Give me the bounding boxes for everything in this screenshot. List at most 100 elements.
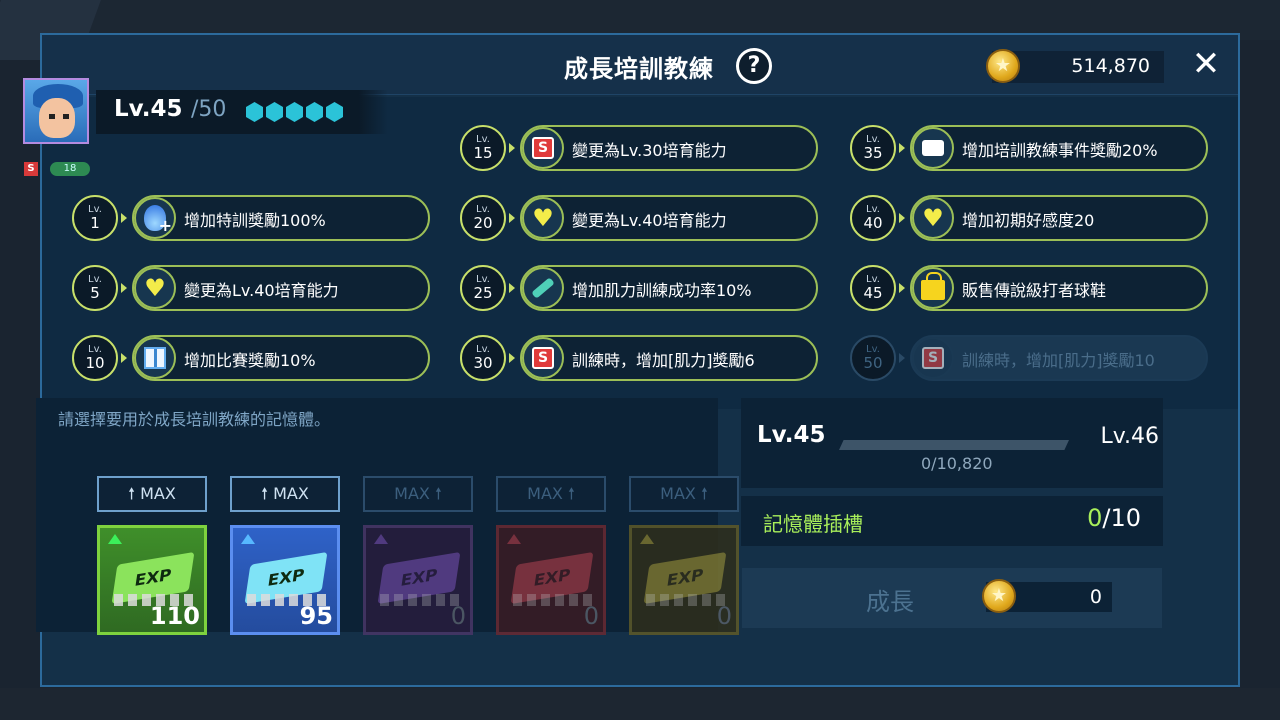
help-button[interactable]: ? xyxy=(736,48,772,84)
arrow-right-icon xyxy=(509,143,515,153)
reward-level-circle: Lv. 40 xyxy=(850,195,896,241)
reward-text: 增加肌力訓練成功率10% xyxy=(572,281,752,300)
blue-flame-plus-icon: + xyxy=(134,197,176,239)
reward-level-circle: Lv. 1 xyxy=(72,195,118,241)
memory-hint: 請選擇要用於成長培訓教練的記憶體。 xyxy=(58,410,331,429)
coin-balance-value: 514,870 xyxy=(1071,55,1150,77)
reward-level-number: 35 xyxy=(863,144,883,162)
arrow-up-icon xyxy=(241,534,255,544)
coin-icon: ★ xyxy=(986,49,1020,83)
reward-row: Lv. 5 ♥ 變更為Lv.40培育能力 xyxy=(72,265,430,311)
memory-slot-used: 0 xyxy=(1087,504,1103,532)
close-button[interactable]: ✕ xyxy=(1190,47,1222,81)
max-button[interactable]: 🠕 MAX xyxy=(230,476,340,512)
progress-from-level: Lv.45 xyxy=(757,422,826,448)
reward-level-number: 50 xyxy=(863,354,883,372)
player-level: Lv.45 xyxy=(114,96,183,122)
reward-level-circle: Lv. 5 xyxy=(72,265,118,311)
reward-text: 訓練時，增加[肌力]獎勵10 xyxy=(962,351,1155,370)
reward-level-circle: Lv. 50 xyxy=(850,335,896,381)
arrow-up-icon xyxy=(640,534,654,544)
reward-text: 增加培訓教練事件獎勵20% xyxy=(962,141,1158,160)
reward-level-number: 40 xyxy=(863,214,883,232)
max-button[interactable]: MAX 🠕 xyxy=(363,476,473,512)
reward-level-number: 10 xyxy=(85,354,105,372)
s-rank-icon: S xyxy=(522,127,564,169)
reward-level-circle: Lv. 45 xyxy=(850,265,896,311)
memory-chip-green[interactable]: EXP 110 xyxy=(97,525,207,635)
memory-chip-count: 95 xyxy=(299,602,333,630)
memory-chip-count: 0 xyxy=(450,602,466,630)
reward-level-number: 30 xyxy=(473,354,493,372)
memory-chip-red[interactable]: EXP 0 xyxy=(496,525,606,635)
arrow-up-icon xyxy=(108,534,122,544)
player-avatar[interactable] xyxy=(23,78,89,144)
reward-text: 變更為Lv.30培育能力 xyxy=(572,141,727,160)
s-rank-icon: S xyxy=(522,337,564,379)
memory-chip-blue[interactable]: EXP 95 xyxy=(230,525,340,635)
dumbbell-icon xyxy=(522,267,564,309)
reward-level-number: 5 xyxy=(90,284,100,302)
reward-row: Lv. 35 增加培訓教練事件獎勵20% xyxy=(850,125,1208,171)
star-gem-icon xyxy=(326,102,343,122)
reward-row: Lv. 45 販售傳說級打者球鞋 xyxy=(850,265,1208,311)
reward-level-number: 1 xyxy=(90,214,100,232)
arrow-right-icon xyxy=(509,213,515,223)
heart-icon: ♥ xyxy=(134,267,176,309)
star-gem-icon xyxy=(306,102,323,122)
max-button[interactable]: MAX 🠕 xyxy=(496,476,606,512)
reward-text: 訓練時，增加[肌力]獎勵6 xyxy=(572,351,755,370)
reward-row: Lv. 30 S 訓練時，增加[肌力]獎勵6 xyxy=(460,335,818,381)
memory-slot-label: 記憶體插槽 xyxy=(763,512,863,536)
reward-text: 變更為Lv.40培育能力 xyxy=(184,281,339,300)
grow-cost-value: 0 xyxy=(1089,586,1102,608)
reward-level-circle: Lv. 35 xyxy=(850,125,896,171)
reward-text: 增加比賽獎勵10% xyxy=(184,351,316,370)
grow-cost: ★ 0 xyxy=(982,579,1112,613)
arrow-right-icon xyxy=(121,283,127,293)
reward-level-number: 20 xyxy=(473,214,493,232)
arrow-right-icon xyxy=(509,283,515,293)
arrow-right-icon xyxy=(899,353,905,363)
reward-row: Lv. 1 + 增加特訓獎勵100% xyxy=(72,195,430,241)
player-level-badge: 18 xyxy=(50,162,90,176)
memory-chip-count: 0 xyxy=(583,602,599,630)
max-button[interactable]: 🠕 MAX xyxy=(97,476,207,512)
reward-text: 增加初期好感度20 xyxy=(962,211,1095,230)
reward-level-number: 15 xyxy=(473,144,493,162)
arrow-up-icon xyxy=(507,534,521,544)
star-gem-icon xyxy=(246,102,263,122)
progress-exp: 0/10,820 xyxy=(921,454,993,473)
arrow-right-icon xyxy=(509,353,515,363)
background-bottom xyxy=(0,688,1280,720)
coin-icon: ★ xyxy=(982,579,1016,613)
reward-row: Lv. 40 ♥ 增加初期好感度20 xyxy=(850,195,1208,241)
reward-row: Lv. 20 ♥ 變更為Lv.40培育能力 xyxy=(460,195,818,241)
reward-level-circle: Lv. 15 xyxy=(460,125,506,171)
gift-icon xyxy=(134,337,176,379)
memory-chip-yellow[interactable]: EXP 0 xyxy=(629,525,739,635)
chat-icon xyxy=(912,127,954,169)
memory-chip-purple[interactable]: EXP 0 xyxy=(363,525,473,635)
reward-text: 販售傳說級打者球鞋 xyxy=(962,281,1107,300)
arrow-right-icon xyxy=(121,353,127,363)
level-progress-panel: Lv.45 Lv.46 0/10,820 xyxy=(741,398,1163,488)
reward-row: Lv. 15 S 變更為Lv.30培育能力 xyxy=(460,125,818,171)
coin-balance: ★ 514,870 xyxy=(986,49,1164,83)
star-gem-icon xyxy=(266,102,283,122)
reward-level-number: 25 xyxy=(473,284,493,302)
max-button[interactable]: MAX 🠕 xyxy=(629,476,739,512)
s-rank-icon: S xyxy=(912,337,954,379)
reward-text: 增加特訓獎勵100% xyxy=(184,211,326,230)
arrow-up-icon xyxy=(374,534,388,544)
grow-button[interactable]: 成長 ★ 0 xyxy=(742,568,1162,628)
progress-to-level: Lv.46 xyxy=(1100,424,1159,449)
arrow-right-icon xyxy=(121,213,127,223)
reward-level-circle: Lv. 20 xyxy=(460,195,506,241)
shopping-bag-icon xyxy=(912,267,954,309)
dialog-header: 成長培訓教練 ? ★ 514,870 ✕ xyxy=(42,35,1238,95)
reward-row: Lv. 10 增加比賽獎勵10% xyxy=(72,335,430,381)
player-max-level: /50 xyxy=(191,97,227,122)
heart-icon: ♥ xyxy=(522,197,564,239)
reward-level-number: 45 xyxy=(863,284,883,302)
